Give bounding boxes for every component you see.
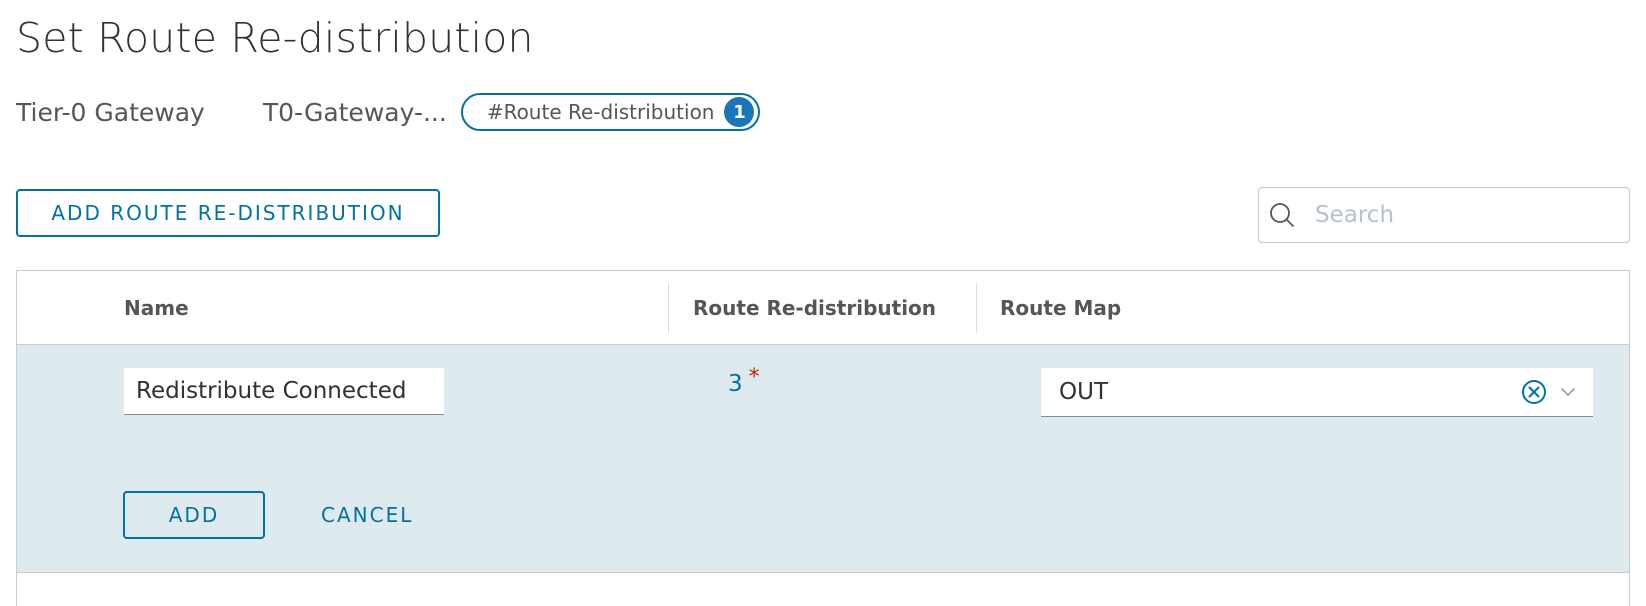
add-button[interactable]: ADD [123,491,265,539]
column-header-name[interactable]: Name [124,271,189,344]
column-header-route-map[interactable]: Route Map [1000,271,1121,344]
route-redistribution-grid: Name Route Re-distribution Route Map 3 *… [16,270,1630,606]
grid-header: Name Route Re-distribution Route Map [17,271,1629,345]
chevron-down-icon[interactable] [1557,381,1579,403]
column-header-route-redistribution[interactable]: Route Re-distribution [693,271,936,344]
count-badge: 1 [724,97,755,127]
context-row: Tier-0 Gateway T0-Gateway-... #Route Re-… [16,92,761,132]
route-redistribution-count-link[interactable]: 3 * [728,365,760,397]
page-title: Set Route Re-distribution [16,14,534,62]
column-divider[interactable] [976,283,977,333]
search-box[interactable] [1258,187,1630,243]
add-route-redistribution-button[interactable]: ADD ROUTE RE-DISTRIBUTION [16,189,440,237]
required-marker: * [748,365,760,390]
search-input[interactable] [1313,201,1597,229]
edit-row: 3 * OUT ADD CANCE [17,345,1629,573]
pill-label: #Route Re-distribution [486,100,715,124]
route-redistribution-count[interactable]: 3 [728,371,743,397]
clear-circle-icon[interactable] [1519,377,1549,407]
route-map-select[interactable]: OUT [1041,368,1593,417]
route-map-value: OUT [1059,379,1108,405]
gateway-type-label: Tier-0 Gateway [16,97,205,127]
search-icon [1265,198,1299,232]
column-divider[interactable] [668,283,669,333]
gateway-name: T0-Gateway-... [262,97,447,127]
name-input[interactable] [124,368,444,415]
route-redistribution-page: Set Route Re-distribution Tier-0 Gateway… [0,0,1646,606]
cancel-button[interactable]: CANCEL [321,491,413,539]
route-redistribution-pill[interactable]: #Route Re-distribution 1 [460,93,761,131]
